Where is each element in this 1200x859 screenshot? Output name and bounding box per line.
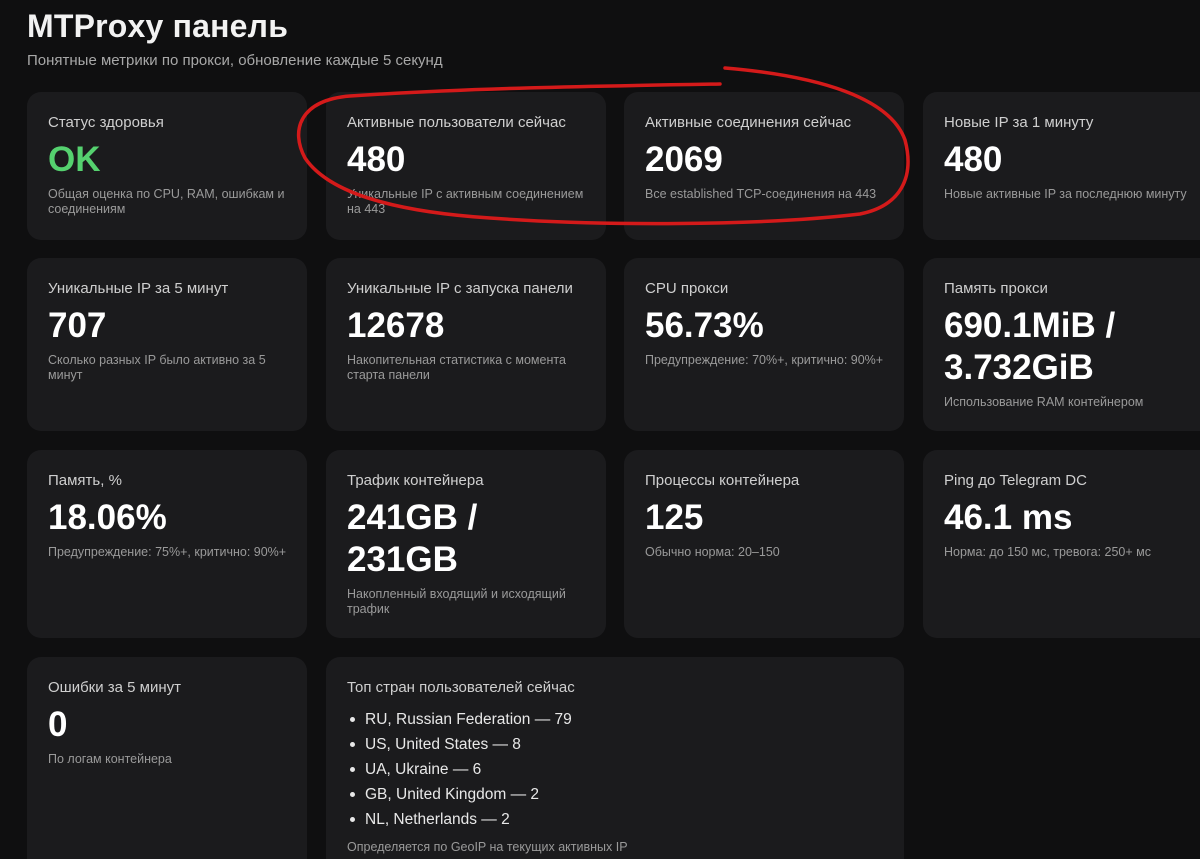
card-hint: Накопленный входящий и исходящий трафик bbox=[347, 587, 566, 616]
card-memory: Память прокси 690.1MiB / 3.732GiB Исполь… bbox=[923, 258, 1200, 431]
card-hint: Новые активные IP за последнюю минуту bbox=[944, 187, 1187, 201]
card-label: Память прокси bbox=[944, 280, 1048, 297]
unique-ip-5m-value: 707 bbox=[48, 306, 107, 345]
card-label: Топ стран пользователей сейчас bbox=[347, 679, 575, 696]
card-hint: Общая оценка по CPU, RAM, ошибкам и соед… bbox=[48, 187, 285, 216]
card-label: Уникальные IP с запуска панели bbox=[347, 280, 573, 297]
card-hint: Сколько разных IP было активно за 5 мину… bbox=[48, 353, 266, 382]
card-errors: Ошибки за 5 минут 0 По логам контейнера bbox=[27, 657, 307, 859]
card-label: Активные соединения сейчас bbox=[645, 114, 852, 131]
cpu-value: 56.73% bbox=[645, 306, 764, 345]
card-active-connections: Активные соединения сейчас 2069 Все esta… bbox=[624, 92, 904, 240]
card-hint: Все established TCP-соединения на 443 bbox=[645, 187, 877, 201]
card-label: Ping до Telegram DC bbox=[944, 472, 1087, 489]
memory-value: 690.1MiB / 3.732GiB bbox=[944, 305, 1193, 389]
card-hint: По логам контейнера bbox=[48, 752, 172, 766]
errors-value: 0 bbox=[48, 705, 68, 744]
dashboard-page: MTProxy панель Понятные метрики по прокс… bbox=[0, 0, 1200, 859]
processes-value: 125 bbox=[645, 498, 704, 537]
card-memory-percent: Память, % 18.06% Предупреждение: 75%+, к… bbox=[27, 450, 307, 638]
new-ip-value: 480 bbox=[944, 140, 1003, 179]
card-hint: Использование RAM контейнером bbox=[944, 395, 1144, 409]
list-item: NL, Netherlands — 2 bbox=[347, 807, 884, 832]
active-users-value: 480 bbox=[347, 140, 406, 179]
country-list: RU, Russian Federation — 79 US, United S… bbox=[347, 707, 884, 832]
active-connections-value: 2069 bbox=[645, 140, 723, 179]
card-traffic: Трафик контейнера 241GB / 231GB Накоплен… bbox=[326, 450, 606, 638]
unique-ip-total-value: 12678 bbox=[347, 306, 445, 345]
card-active-users: Активные пользователи сейчас 480 Уникаль… bbox=[326, 92, 606, 240]
list-item: RU, Russian Federation — 79 bbox=[347, 707, 884, 732]
card-hint: Норма: до 150 мс, тревога: 250+ мс bbox=[944, 545, 1151, 559]
health-status-value: OK bbox=[48, 140, 101, 179]
card-cpu: CPU прокси 56.73% Предупреждение: 70%+, … bbox=[624, 258, 904, 431]
card-label: Статус здоровья bbox=[48, 114, 164, 131]
memory-percent-value: 18.06% bbox=[48, 498, 167, 537]
list-item: GB, United Kingdom — 2 bbox=[347, 782, 884, 807]
page-title: MTProxy панель bbox=[27, 8, 289, 44]
card-label: Новые IP за 1 минуту bbox=[944, 114, 1094, 131]
card-top-countries: Топ стран пользователей сейчас RU, Russi… bbox=[326, 657, 904, 859]
traffic-value-line1: 241GB / bbox=[347, 498, 478, 537]
card-label: Трафик контейнера bbox=[347, 472, 484, 489]
card-hint: Уникальные IP с активным соединением на … bbox=[347, 187, 584, 216]
card-unique-ip-total: Уникальные IP с запуска панели 12678 Нак… bbox=[326, 258, 606, 431]
card-hint: Определяется по GeoIP на текущих активны… bbox=[347, 840, 628, 854]
card-label: Активные пользователи сейчас bbox=[347, 114, 566, 131]
card-new-ip: Новые IP за 1 минуту 480 Новые активные … bbox=[923, 92, 1200, 240]
card-hint: Накопительная статистика с момента старт… bbox=[347, 353, 566, 382]
card-label: CPU прокси bbox=[645, 280, 729, 297]
traffic-value-line2: 231GB bbox=[347, 540, 458, 579]
card-unique-ip-5m: Уникальные IP за 5 минут 707 Сколько раз… bbox=[27, 258, 307, 431]
header: MTProxy панель Понятные метрики по прокс… bbox=[27, 6, 443, 69]
ping-value: 46.1 ms bbox=[944, 498, 1073, 537]
card-health-status: Статус здоровья OK Общая оценка по CPU, … bbox=[27, 92, 307, 240]
card-ping: Ping до Telegram DC 46.1 ms Норма: до 15… bbox=[923, 450, 1200, 638]
card-label: Процессы контейнера bbox=[645, 472, 800, 489]
card-label: Ошибки за 5 минут bbox=[48, 679, 182, 696]
card-label: Память, % bbox=[48, 472, 122, 489]
card-hint: Предупреждение: 70%+, критично: 90%+ bbox=[645, 353, 884, 367]
list-item: US, United States — 8 bbox=[347, 732, 884, 757]
card-hint: Предупреждение: 75%+, критично: 90%+ bbox=[48, 545, 287, 559]
card-processes: Процессы контейнера 125 Обычно норма: 20… bbox=[624, 450, 904, 638]
page-subtitle: Понятные метрики по прокси, обновление к… bbox=[27, 52, 443, 69]
card-hint: Обычно норма: 20–150 bbox=[645, 545, 780, 559]
card-label: Уникальные IP за 5 минут bbox=[48, 280, 229, 297]
memory-value-line1: 690.1MiB / bbox=[944, 306, 1116, 345]
memory-value-line2: 3.732GiB bbox=[944, 348, 1094, 387]
list-item: UA, Ukraine — 6 bbox=[347, 757, 884, 782]
traffic-value: 241GB / 231GB bbox=[347, 497, 586, 581]
